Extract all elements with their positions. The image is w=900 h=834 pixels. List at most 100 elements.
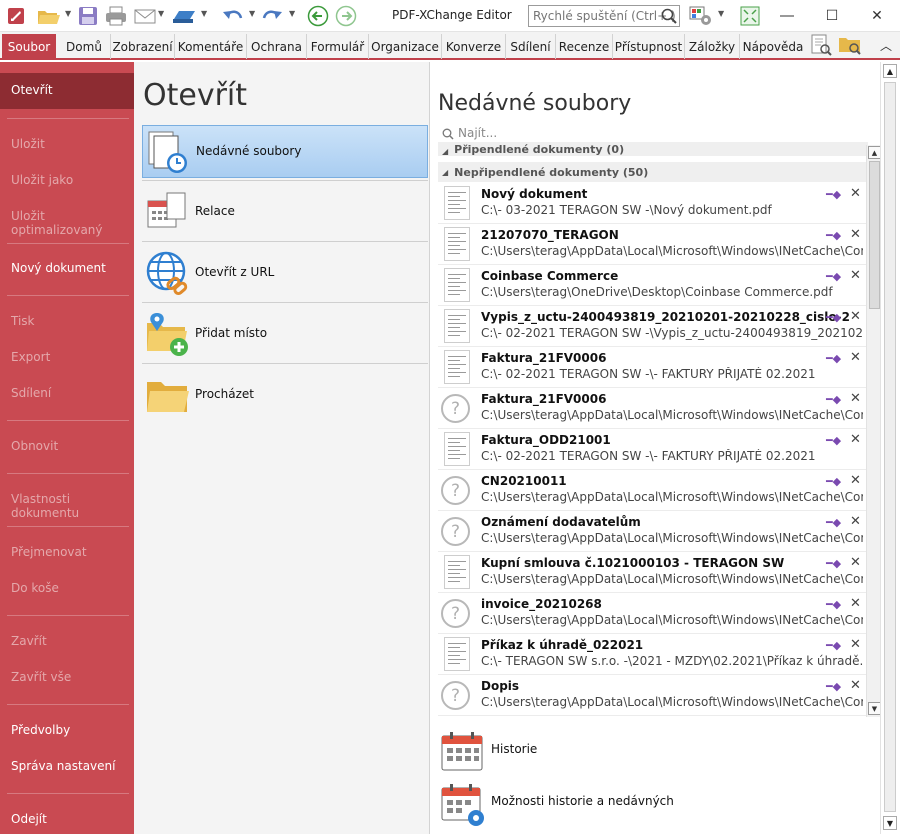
pane-scroll-down-icon[interactable]: ▼	[883, 816, 897, 830]
open-folder-icon[interactable]	[36, 6, 62, 26]
open-dropdown-icon[interactable]: ▼	[65, 9, 71, 18]
find-document-icon[interactable]	[809, 34, 833, 56]
recent-file-row[interactable]: ? Dopis C:\Users\terag\AppData\Local\Micro…	[438, 675, 868, 716]
pinned-group-header[interactable]: ◢ Připendlené dokumenty (0)	[438, 142, 868, 156]
nav-ulozit-optimalizovany[interactable]: Uložit optimalizovaný	[11, 209, 134, 237]
customize-dropdown-icon[interactable]: ▼	[718, 9, 724, 18]
option-open-url[interactable]: Otevřít z URL	[142, 247, 428, 300]
nav-vlastnosti-dokumentu[interactable]: Vlastnosti dokumentu	[11, 492, 134, 520]
print-icon[interactable]	[103, 6, 129, 26]
remove-icon[interactable]: ✕	[850, 350, 861, 365]
nav-odejit[interactable]: Odejít	[11, 812, 47, 826]
nav-ulozit-jako[interactable]: Uložit jako	[11, 173, 73, 187]
nav-ulozit[interactable]: Uložit	[11, 137, 45, 151]
remove-icon[interactable]: ✕	[850, 637, 861, 652]
recent-file-row[interactable]: Faktura_ODD21001 C:\- 02-2021 TERAGON SW …	[438, 429, 868, 470]
option-recent-files[interactable]: Nedávné soubory	[142, 125, 428, 178]
option-sessions[interactable]: Relace	[142, 186, 428, 239]
redo-icon[interactable]	[259, 6, 285, 26]
nav-prejmenovat[interactable]: Přejmenovat	[11, 545, 87, 559]
remove-icon[interactable]: ✕	[850, 678, 861, 693]
pin-icon[interactable]: ━◆	[826, 270, 841, 283]
customize-toolbar-icon[interactable]	[688, 6, 714, 26]
recent-file-row[interactable]: Vypis_z_uctu-2400493819_20210201-2021022…	[438, 306, 868, 347]
nav-sprava-nastaveni[interactable]: Správa nastavení	[11, 759, 115, 773]
recent-file-row[interactable]: Nový dokument C:\- 03-2021 TERAGON SW -\N…	[438, 183, 868, 224]
history-button[interactable]: Historie	[438, 728, 738, 774]
remove-icon[interactable]: ✕	[850, 391, 861, 406]
nav-novy-dokument[interactable]: Nový dokument	[11, 261, 106, 275]
nav-tisk[interactable]: Tisk	[11, 314, 35, 328]
pin-icon[interactable]: ━◆	[826, 680, 841, 693]
nav-predvolby[interactable]: Předvolby	[11, 723, 70, 737]
tab-domu[interactable]: Domů	[58, 34, 111, 59]
nav-do-kose[interactable]: Do koše	[11, 581, 59, 595]
remove-icon[interactable]: ✕	[850, 555, 861, 570]
pin-icon[interactable]: ━◆	[826, 352, 841, 365]
undo-dropdown-icon[interactable]: ▼	[249, 9, 255, 18]
undo-icon[interactable]	[220, 6, 246, 26]
tab-pristupnost[interactable]: Přístupnost	[613, 34, 685, 59]
nav-obnovit[interactable]: Obnovit	[11, 439, 58, 453]
remove-icon[interactable]: ✕	[850, 227, 861, 242]
fullscreen-icon[interactable]	[738, 6, 762, 26]
save-icon[interactable]	[76, 6, 100, 26]
pin-icon[interactable]: ━◆	[826, 639, 841, 652]
maximize-button[interactable]: ☐	[815, 4, 849, 28]
remove-icon[interactable]: ✕	[850, 309, 861, 324]
forward-icon[interactable]	[334, 5, 358, 27]
tab-formular[interactable]: Formulář	[307, 34, 369, 59]
tab-komentare[interactable]: Komentáře	[175, 34, 247, 59]
option-browse[interactable]: Procházet	[142, 369, 428, 422]
remove-icon[interactable]: ✕	[850, 473, 861, 488]
recent-file-row[interactable]: Kupní smlouva č.1021000103 - TERAGON SW C…	[438, 552, 868, 593]
email-icon[interactable]	[132, 6, 158, 26]
tab-ochrana[interactable]: Ochrana	[247, 34, 307, 59]
recent-file-row[interactable]: Faktura_21FV0006 C:\- 02-2021 TERAGON SW …	[438, 347, 868, 388]
tab-napoveda[interactable]: Nápověda	[740, 34, 806, 59]
nav-zavrit-vse[interactable]: Zavřít vše	[11, 670, 71, 684]
tab-soubor[interactable]: Soubor	[2, 34, 56, 59]
scan-dropdown-icon[interactable]: ▼	[201, 9, 207, 18]
recent-file-row[interactable]: Příkaz k úhradě_022021 C:\- TERAGON SW s.…	[438, 634, 868, 675]
unpinned-group-header[interactable]: ◢ Nepřipendlené dokumenty (50)	[438, 162, 868, 182]
nav-otevrit[interactable]: Otevřít	[11, 83, 53, 97]
nav-sdileni[interactable]: Sdílení	[11, 386, 51, 400]
remove-icon[interactable]: ✕	[850, 596, 861, 611]
tab-konverze[interactable]: Konverze	[442, 34, 506, 59]
option-add-place[interactable]: Přidat místo	[142, 308, 428, 361]
find-input[interactable]: Najít...	[458, 126, 497, 140]
remove-icon[interactable]: ✕	[850, 514, 861, 529]
nav-export[interactable]: Export	[11, 350, 50, 364]
scan-icon[interactable]	[170, 6, 198, 26]
recent-file-row[interactable]: ? invoice_20210268 C:\Users\terag\AppData\…	[438, 593, 868, 634]
app-logo-icon[interactable]	[6, 6, 26, 26]
pin-icon[interactable]: ━◆	[826, 557, 841, 570]
history-options-button[interactable]: Možnosti historie a nedávných	[438, 780, 738, 826]
pane-scrollbar[interactable]: ▲ ▼	[880, 62, 898, 834]
remove-icon[interactable]: ✕	[850, 268, 861, 283]
collapse-ribbon-icon[interactable]: ︿	[876, 35, 896, 55]
scrollbar-thumb[interactable]	[869, 161, 880, 309]
pin-icon[interactable]: ━◆	[826, 311, 841, 324]
pin-icon[interactable]: ━◆	[826, 475, 841, 488]
pin-icon[interactable]: ━◆	[826, 516, 841, 529]
back-icon[interactable]	[306, 5, 330, 27]
tab-sdileni[interactable]: Sdílení	[506, 34, 556, 59]
pin-icon[interactable]: ━◆	[826, 434, 841, 447]
recent-file-row[interactable]: ? CN20210011 C:\Users\terag\AppData\Local\…	[438, 470, 868, 511]
pin-icon[interactable]: ━◆	[826, 598, 841, 611]
minimize-button[interactable]: ―	[770, 4, 804, 28]
email-dropdown-icon[interactable]: ▼	[158, 9, 164, 18]
recent-file-row[interactable]: Coinbase Commerce C:\Users\terag\OneDrive…	[438, 265, 868, 306]
pin-icon[interactable]: ━◆	[826, 393, 841, 406]
remove-icon[interactable]: ✕	[850, 186, 861, 201]
pin-icon[interactable]: ━◆	[826, 229, 841, 242]
pane-scroll-up-icon[interactable]: ▲	[883, 64, 897, 78]
close-window-button[interactable]: ✕	[860, 4, 894, 28]
quick-launch-search-input[interactable]	[528, 5, 680, 27]
pin-icon[interactable]: ━◆	[826, 188, 841, 201]
nav-zavrit[interactable]: Zavřít	[11, 634, 47, 648]
remove-icon[interactable]: ✕	[850, 432, 861, 447]
search-folder-icon[interactable]	[837, 35, 863, 55]
